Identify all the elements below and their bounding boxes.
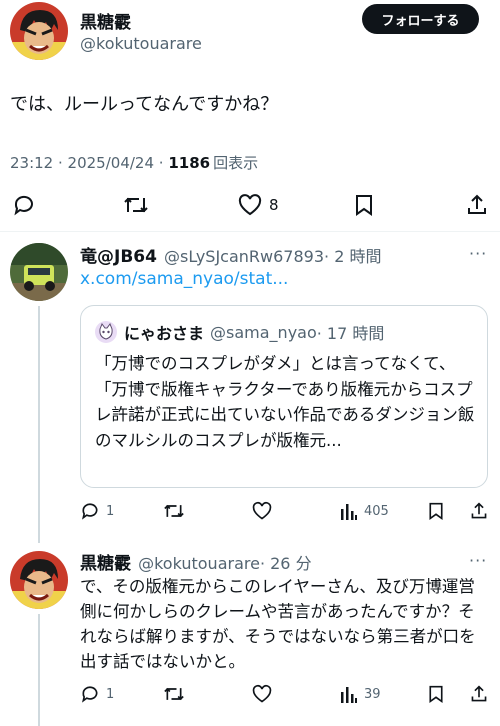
reply1-avatar[interactable] [10, 243, 68, 301]
quote-text: 「万博でのコスプレがダメ」とは言ってなくて、 「万博で版権キャラクターであり版権… [95, 354, 475, 450]
tweet-time[interactable]: 23:12 [10, 154, 53, 172]
reply2-heart-icon[interactable] [251, 684, 273, 704]
reply1-reply-count: 1 [106, 503, 115, 519]
main-author-name[interactable]: 黒糖霰 [80, 8, 131, 33]
bookmark-icon[interactable] [353, 193, 375, 217]
reply1-share-icon[interactable] [470, 501, 488, 521]
reply1-more-icon[interactable]: ··· [469, 244, 487, 263]
main-author-handle[interactable]: @kokutouarare [80, 34, 202, 53]
reply-icon [80, 684, 100, 704]
reply1-reply-action[interactable]: 1 [80, 501, 114, 521]
tweet-date[interactable]: 2025/04/24 [68, 154, 154, 172]
share-icon[interactable] [466, 193, 488, 217]
reply1-views-action[interactable]: 405 [340, 501, 389, 521]
thread-line [38, 306, 40, 543]
reply2-views-count: 39 [364, 686, 381, 702]
repost-icon[interactable] [122, 193, 150, 217]
divider [0, 231, 500, 232]
like-count: 8 [269, 196, 279, 214]
reply-icon [80, 501, 100, 521]
views-count: 1186 [168, 154, 211, 172]
reply1-header: 竜@JB64 @sLySJcanRw67893· 2 時間 [80, 242, 381, 267]
like-action[interactable]: 8 [237, 193, 279, 217]
reply1-bookmark-icon[interactable] [427, 501, 445, 521]
reply2-header: 黒糖霰 @kokutouarare· 26 分 [80, 549, 312, 574]
quote-author-handle: @sama_nyao [210, 322, 317, 342]
reply2-share-icon[interactable] [470, 684, 488, 704]
main-tweet-text: では、ルールってなんですかね？ [10, 94, 279, 115]
quote-header: にゃおさま @sama_nyao · 17 時間 [95, 320, 384, 344]
reply2-bookmark-icon[interactable] [427, 684, 445, 704]
views-label: 回表示 [213, 154, 259, 172]
reply2-more-icon[interactable]: ··· [469, 551, 487, 570]
reply2-author-name[interactable]: 黒糖霰 [80, 554, 131, 574]
reply1-repost-icon[interactable] [162, 501, 186, 521]
thread-line-2 [38, 614, 40, 726]
reply2-repost-icon[interactable] [162, 684, 186, 704]
main-author-avatar[interactable] [10, 2, 68, 60]
quote-author-name: にゃおさま [124, 324, 205, 343]
reply1-link[interactable]: x.com/sama_nyao/stat... [80, 269, 288, 289]
meta-separator: · [53, 154, 68, 172]
reply1-time[interactable]: · 2 時間 [324, 247, 381, 266]
reply2-views-action[interactable]: 39 [340, 684, 381, 704]
reply2-avatar[interactable] [10, 551, 68, 609]
quote-time: · 17 時間 [316, 324, 385, 343]
views-icon [340, 684, 358, 704]
reply2-time[interactable]: · 26 分 [260, 554, 312, 573]
reply1-heart-icon[interactable] [251, 501, 273, 521]
reply2-reply-action[interactable]: 1 [80, 684, 114, 704]
main-tweet-meta: 23:12 · 2025/04/24 · 1186 回表示 [10, 152, 258, 173]
reply1-author-handle[interactable]: @sLySJcanRw67893 [164, 247, 324, 266]
reply-icon[interactable] [12, 193, 36, 217]
reply1-views-count: 405 [364, 503, 389, 519]
meta-separator-2: · [154, 154, 169, 172]
reply1-author-name[interactable]: 竜@JB64 [80, 247, 157, 267]
quote-author-avatar [95, 321, 117, 343]
reply2-reply-count: 1 [106, 686, 115, 702]
heart-icon [237, 193, 263, 217]
reply2-author-handle[interactable]: @kokutouarare [138, 554, 260, 573]
reply2-text: で、その版権元からこのレイヤーさん、及び万博運営側に何かしらのクレームや苦言があ… [80, 577, 476, 671]
follow-button[interactable]: フォローする [362, 4, 479, 34]
quote-card[interactable]: にゃおさま @sama_nyao · 17 時間 「万博でのコスプレがダメ」とは言… [80, 305, 488, 488]
views-icon [340, 501, 358, 521]
